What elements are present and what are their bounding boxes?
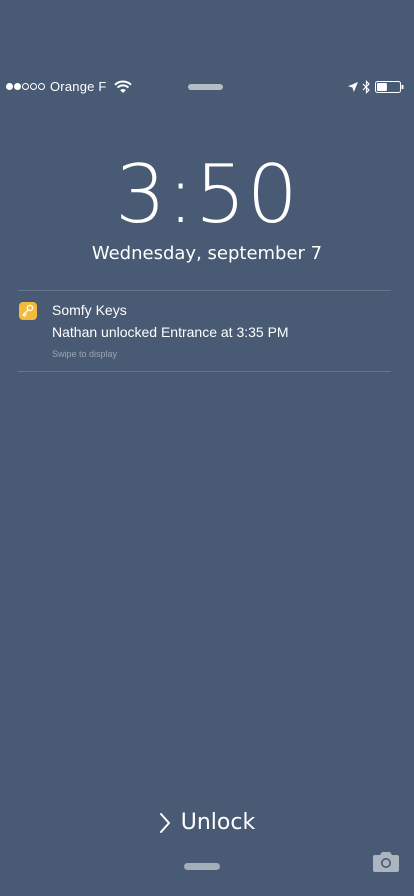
lock-screen-date: Wednesday, september 7 (91, 243, 323, 264)
home-indicator[interactable] (184, 863, 220, 870)
signal-strength-indicator (6, 83, 45, 90)
notification-divider-bottom (18, 371, 391, 372)
status-bar: Orange F (0, 78, 414, 98)
key-icon (22, 304, 34, 317)
signal-dot (38, 83, 45, 90)
wifi-icon (114, 80, 132, 93)
control-center-grabber[interactable] (188, 84, 223, 90)
bluetooth-icon (362, 80, 370, 94)
notification-divider-top (18, 290, 391, 291)
chevron-right-icon (159, 813, 170, 833)
lock-screen-time: 3:50 (115, 148, 299, 241)
notification-hint: Swipe to display (52, 349, 118, 359)
camera-icon[interactable] (371, 851, 401, 873)
signal-dot (6, 83, 13, 90)
notification-app-name: Somfy Keys (52, 302, 127, 318)
signal-dot (30, 83, 37, 90)
slide-to-unlock[interactable]: Unlock (0, 808, 414, 840)
location-arrow-icon (348, 82, 358, 92)
unlock-label: Unlock (180, 810, 256, 835)
signal-dot (14, 83, 21, 90)
notification-message: Nathan unlocked Entrance at 3:35 PM (52, 324, 289, 340)
somfy-keys-app-icon (19, 302, 37, 320)
carrier-name: Orange F (50, 79, 107, 94)
battery-icon (375, 81, 404, 93)
notification-somfy-keys[interactable]: Somfy Keys Nathan unlocked Entrance at 3… (18, 300, 391, 366)
signal-dot (22, 83, 29, 90)
